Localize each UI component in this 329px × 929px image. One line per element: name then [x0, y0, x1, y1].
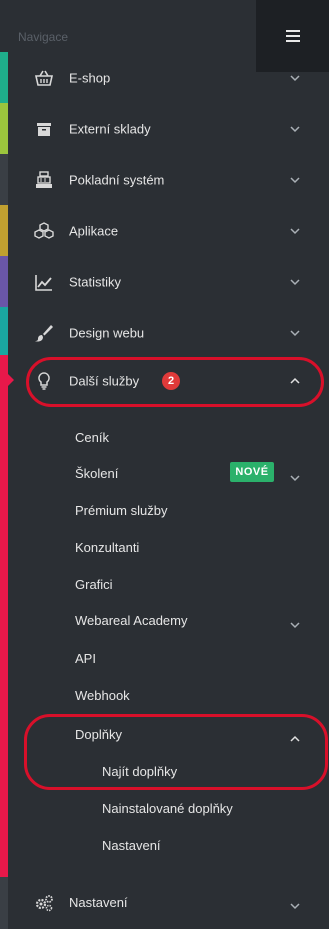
menu-item-label: Externí sklady	[69, 121, 151, 137]
basket-icon	[34, 68, 54, 88]
submenu-item-addons[interactable]: Doplňky	[75, 727, 122, 742]
submenu-item-installed-addons[interactable]: Nainstalované doplňky	[102, 801, 233, 816]
active-section-bar	[0, 355, 8, 877]
menu-item-label: Design webu	[69, 325, 145, 341]
chevron-up-icon	[290, 376, 300, 386]
menu-item-label: Další služby	[69, 373, 140, 389]
cash-register-icon	[34, 170, 54, 190]
cubes-icon	[34, 221, 54, 241]
submenu-item-webareal-academy[interactable]: Webareal Academy	[75, 613, 188, 628]
menu-item-eshop[interactable]: E-shop	[0, 52, 329, 104]
chevron-down-icon	[290, 175, 300, 185]
menu-item-label: Pokladní systém	[69, 172, 165, 188]
menu-item-label: E-shop	[69, 70, 111, 86]
menu-item-applications[interactable]: Aplikace	[0, 205, 329, 257]
submenu-item-designers[interactable]: Grafici	[75, 577, 113, 592]
gears-icon	[34, 893, 54, 913]
chevron-down-icon	[290, 73, 300, 83]
notification-badge: 2	[162, 372, 180, 390]
chevron-down-icon	[290, 328, 300, 338]
archive-box-icon	[34, 119, 54, 139]
submenu-item-training[interactable]: Školení	[75, 466, 118, 481]
chevron-down-icon	[290, 124, 300, 134]
submenu-item-premium-services[interactable]: Prémium služby	[75, 503, 167, 518]
chevron-down-icon[interactable]	[290, 470, 300, 482]
menu-item-statistics[interactable]: Statistiky	[0, 256, 329, 308]
menu-color-stripe	[0, 52, 8, 104]
menu-color-stripe	[0, 205, 8, 257]
chevron-down-icon[interactable]	[290, 617, 300, 629]
line-chart-icon	[34, 272, 54, 292]
menu-item-pos-system[interactable]: Pokladní systém	[0, 154, 329, 206]
menu-item-settings[interactable]: Nastavení	[0, 877, 329, 929]
chevron-down-icon	[290, 226, 300, 236]
menu-color-stripe	[0, 154, 8, 206]
chevron-down-icon	[290, 898, 300, 910]
submenu-item-api[interactable]: API	[75, 651, 96, 666]
new-badge: NOVÉ	[230, 462, 274, 482]
menu-item-other-services[interactable]: Další služby 2	[0, 355, 329, 407]
submenu-item-pricelist[interactable]: Ceník	[75, 430, 109, 445]
hamburger-icon	[285, 30, 300, 42]
submenu-item-consultants[interactable]: Konzultanti	[75, 540, 139, 555]
submenu-item-addon-settings[interactable]: Nastavení	[102, 838, 161, 853]
submenu-item-find-addons[interactable]: Najít doplňky	[102, 764, 177, 779]
menu-item-label: Nastavení	[69, 895, 128, 910]
nav-title: Navigace	[18, 30, 69, 44]
paint-brush-icon	[34, 323, 54, 343]
menu-color-stripe	[0, 877, 8, 929]
submenu-item-webhook[interactable]: Webhook	[75, 688, 130, 703]
menu-color-stripe	[0, 103, 8, 155]
menu-item-web-design[interactable]: Design webu	[0, 307, 329, 359]
lightbulb-icon	[34, 371, 54, 391]
menu-item-label: Statistiky	[69, 274, 122, 290]
menu-item-external-warehouses[interactable]: Externí sklady	[0, 103, 329, 155]
chevron-down-icon	[290, 277, 300, 287]
chevron-up-icon[interactable]	[290, 731, 300, 742]
menu-color-stripe	[0, 256, 8, 308]
menu-item-label: Aplikace	[69, 223, 119, 239]
menu-color-stripe	[0, 307, 8, 359]
